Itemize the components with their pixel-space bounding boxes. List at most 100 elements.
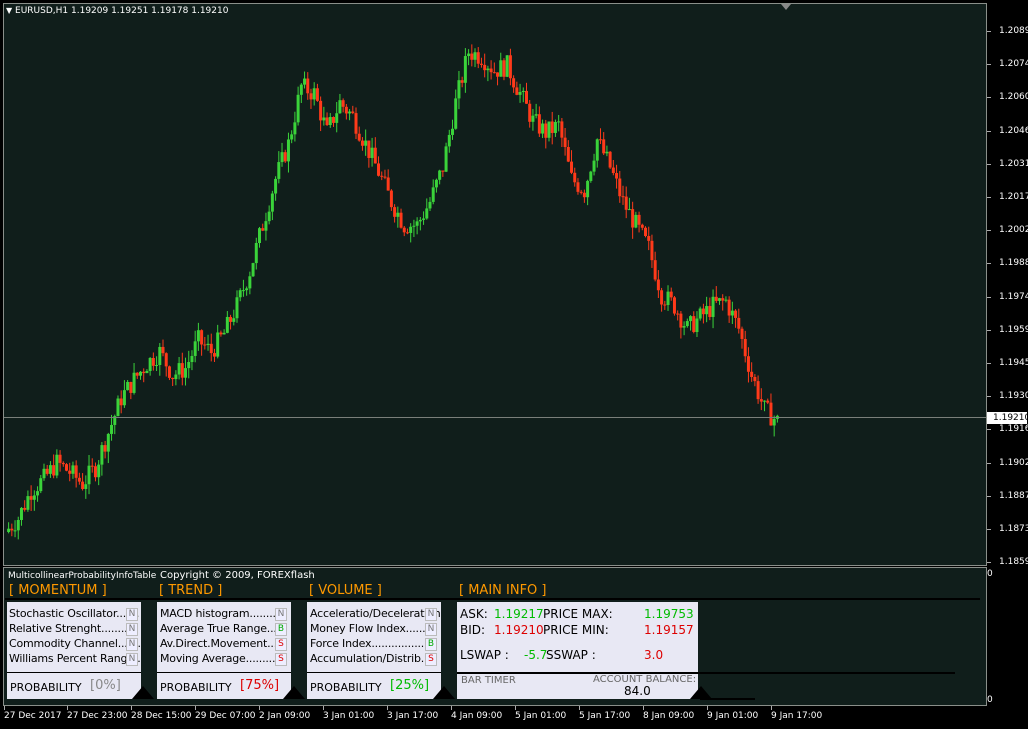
volume-signal-1: N (425, 608, 437, 621)
candle-body (200, 330, 204, 345)
candle-body (727, 299, 731, 316)
chart-menu-arrow-icon[interactable]: ▼ (6, 6, 12, 15)
candle-body (322, 117, 326, 121)
candle-body (241, 290, 245, 292)
current-price-line (4, 417, 986, 418)
trend-corner-marker-icon (283, 686, 305, 699)
candle-body (142, 371, 146, 374)
sswap-label: SSWAP : (546, 648, 596, 662)
time-axis-label: 8 Jan 09:00 (643, 711, 695, 721)
time-axis-tick (195, 706, 196, 710)
candle-body (357, 133, 361, 141)
candle-body (576, 182, 580, 192)
indicator-name: MulticollinearProbabilityInfoTable (8, 571, 157, 581)
candle-body (615, 173, 619, 179)
candle-body (270, 193, 274, 212)
candle-body (563, 137, 567, 148)
candle-body (312, 88, 316, 100)
trend-row-3: Av.Direct.Movement..... (160, 637, 284, 650)
price-axis-tick (987, 462, 991, 464)
candle-body (502, 60, 506, 77)
candle-body (158, 346, 162, 366)
candle-body (296, 94, 300, 123)
candle-body (393, 207, 397, 217)
candle-body (721, 298, 725, 301)
trend-probability-label: PROBABILITY (160, 681, 232, 694)
candle-body (740, 328, 744, 339)
candle-body (756, 381, 760, 400)
candle-body (335, 113, 339, 123)
candle-body (377, 163, 381, 176)
time-axis-tick (643, 706, 644, 710)
time-axis-label: 4 Jan 09:00 (451, 711, 503, 721)
price-axis-label: 1.18730 (999, 524, 1028, 534)
candle-body (187, 362, 191, 369)
candle-body (598, 139, 602, 141)
time-axis-tick (67, 706, 68, 710)
candle-body (164, 353, 168, 367)
candle-body (505, 55, 509, 77)
candle-body (389, 190, 393, 208)
current-price-tag: 1.19210 (987, 412, 1028, 424)
candle-body (582, 192, 586, 198)
candle-body (264, 221, 268, 231)
candle-body (579, 191, 583, 193)
candle-body (309, 93, 313, 100)
price-axis[interactable] (988, 3, 1028, 566)
candle-body (434, 179, 438, 188)
candle-body (122, 390, 126, 406)
candle-body (541, 123, 545, 134)
candle-body (100, 445, 104, 465)
candle-body (753, 376, 757, 382)
momentum-signal-4: N (126, 653, 138, 666)
candle-body (396, 212, 400, 217)
candle-body (29, 496, 33, 500)
candle-body (293, 122, 297, 135)
time-axis-label: 5 Jan 17:00 (579, 711, 631, 721)
candle-body (438, 170, 442, 180)
candle-body (23, 507, 27, 510)
volume-title: [ VOLUME ] (309, 583, 382, 598)
main-info-rule (457, 672, 955, 674)
candle-body (193, 341, 197, 356)
candle-body (573, 172, 577, 183)
candle-body (84, 484, 88, 489)
candle-body (717, 298, 721, 301)
main-info-bottom-rule (700, 698, 755, 700)
price-axis-tick (987, 263, 991, 265)
price-axis-label: 1.18875 (999, 490, 1028, 501)
candle-body (155, 365, 159, 367)
candle-body (496, 72, 500, 77)
time-axis-tick (131, 706, 132, 710)
candle-body (116, 398, 120, 417)
candle-body (145, 371, 149, 374)
candle-body (77, 477, 81, 482)
price-axis-label: 1.19740 (999, 291, 1028, 302)
chart-shift-marker-icon[interactable] (781, 4, 791, 10)
time-axis-tick (579, 706, 580, 710)
trend-row-1: MACD histogram........... (160, 607, 286, 620)
candle-body (151, 357, 155, 366)
price-axis-tick (987, 230, 991, 232)
candle-body (592, 160, 596, 172)
candle-body (512, 78, 516, 88)
bid-value: 1.19210 (494, 623, 544, 637)
price-axis-label: 1.19595 (999, 324, 1028, 335)
candle-body (730, 310, 734, 316)
candle-body (209, 343, 213, 354)
momentum-corner-marker-icon (132, 686, 154, 699)
price-axis-tick (987, 329, 991, 331)
candle-body (653, 260, 657, 280)
candle-body (68, 470, 72, 474)
candle-body (425, 208, 429, 219)
candle-body (650, 240, 654, 261)
candle-body (16, 519, 20, 531)
trend-signal-3: S (275, 638, 287, 651)
candle-body (386, 177, 390, 191)
candle-body (557, 121, 561, 123)
candle-body (219, 332, 223, 335)
candle-body (711, 296, 715, 317)
candle-body (689, 316, 693, 322)
candle-body (203, 344, 207, 346)
time-axis-label: 27 Dec 23:00 (67, 711, 128, 721)
